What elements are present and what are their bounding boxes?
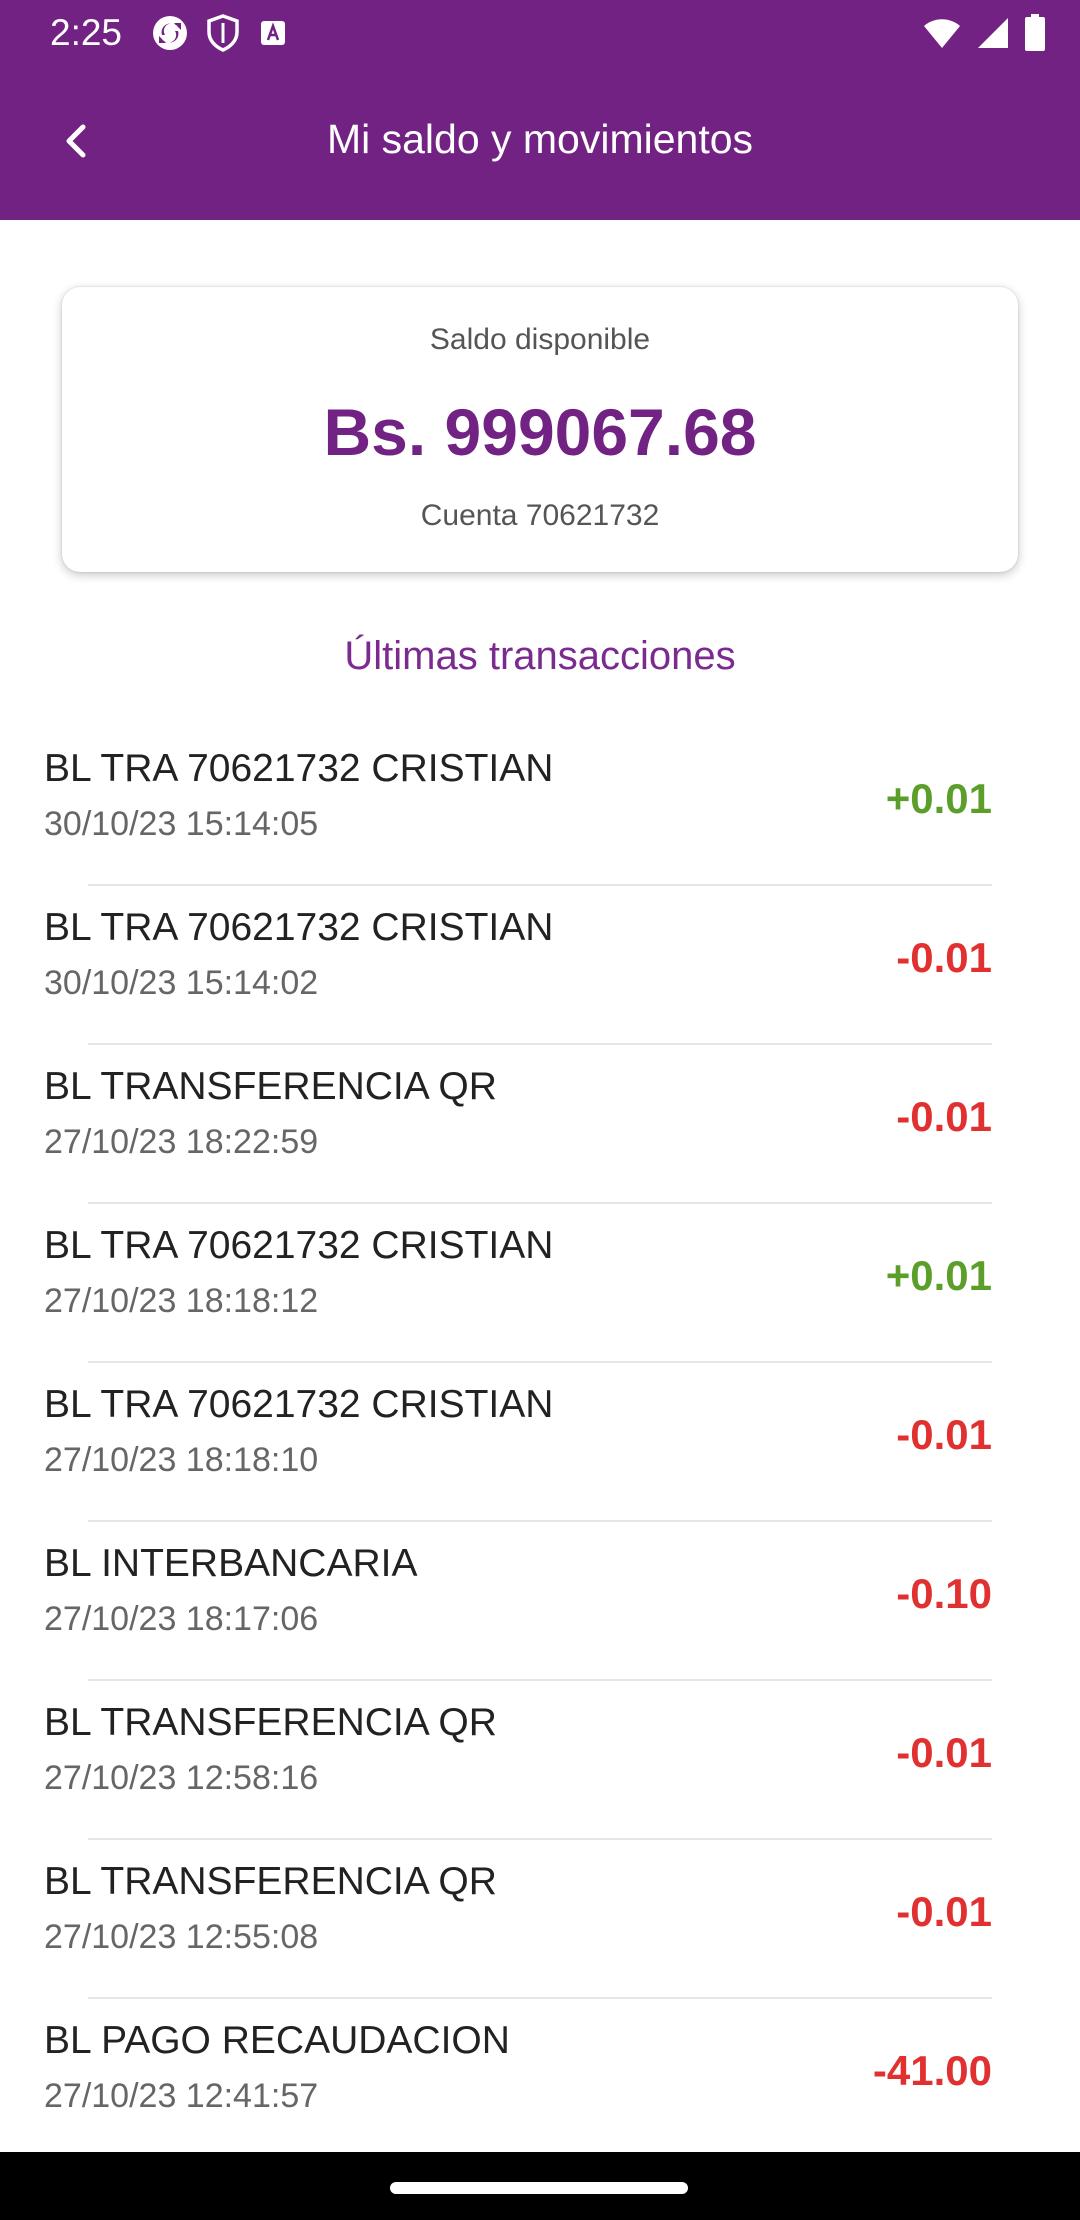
status-bar: 2:25 — [0, 0, 1080, 66]
balance-label: Saldo disponible — [429, 323, 651, 356]
transaction-amount: -0.10 — [896, 1570, 992, 1617]
transaction-row[interactable]: BL TRA 70621732 CRISTIAN 27/10/23 18:18:… — [0, 1363, 1080, 1522]
balance-amount: Bs. 999067.68 — [323, 395, 757, 469]
system-navigation-bar — [0, 2152, 1080, 2220]
transaction-row[interactable]: BL TRA 70621732 CRISTIAN 27/10/23 18:18:… — [0, 1204, 1080, 1363]
sync-app-icon — [150, 13, 190, 53]
transaction-amount: -0.01 — [896, 934, 992, 981]
status-left-icons — [150, 14, 290, 52]
transaction-amount: -0.01 — [896, 1093, 992, 1140]
page-title: Mi saldo y movimientos — [326, 116, 754, 162]
battery-icon — [1024, 14, 1046, 52]
transaction-row[interactable]: BL TRANSFERENCIA QR 27/10/23 18:22:59 -0… — [0, 1045, 1080, 1204]
balance-card: Saldo disponible Bs. 999067.68 Cuenta 70… — [62, 287, 1018, 572]
transaction-amount: +0.01 — [885, 1252, 992, 1299]
transaction-date: 27/10/23 18:18:12 — [44, 1282, 319, 1320]
font-a-icon — [256, 16, 290, 50]
transaction-amount: -41.00 — [872, 2047, 992, 2094]
transactions-list: BL TRA 70621732 CRISTIAN 30/10/23 15:14:… — [0, 727, 1080, 2158]
transaction-description: BL TRA 70621732 CRISTIAN — [44, 1224, 554, 1267]
signal-icon — [976, 16, 1010, 50]
transaction-amount: -0.01 — [896, 1411, 992, 1458]
transaction-description: BL TRANSFERENCIA QR — [44, 1860, 497, 1903]
transaction-row[interactable]: BL TRANSFERENCIA QR 27/10/23 12:55:08 -0… — [0, 1840, 1080, 1999]
transaction-date: 30/10/23 15:14:02 — [44, 964, 319, 1002]
transaction-description: BL TRA 70621732 CRISTIAN — [44, 747, 554, 790]
transaction-description: BL TRA 70621732 CRISTIAN — [44, 1383, 554, 1426]
screen: 2:25 Mi saldo y movimientos Saldo dispon… — [0, 0, 1080, 2220]
transaction-row[interactable]: BL INTERBANCARIA 27/10/23 18:17:06 -0.10 — [0, 1522, 1080, 1681]
transaction-date: 27/10/23 18:17:06 — [44, 1600, 319, 1638]
transaction-amount: -0.01 — [896, 1888, 992, 1935]
transaction-amount: -0.01 — [896, 1729, 992, 1776]
status-time: 2:25 — [50, 12, 123, 53]
transaction-date: 27/10/23 18:18:10 — [44, 1441, 319, 1479]
transaction-description: BL TRA 70621732 CRISTIAN — [44, 906, 554, 949]
transactions-section-title: Últimas transacciones — [344, 634, 736, 678]
transaction-amount: +0.01 — [885, 775, 992, 822]
transaction-date: 27/10/23 12:55:08 — [44, 1918, 319, 1956]
status-right-icons — [922, 14, 1046, 52]
wifi-icon — [922, 16, 962, 50]
transaction-row[interactable]: BL PAGO RECAUDACION 27/10/23 12:41:57 -4… — [0, 1999, 1080, 2158]
transaction-description: BL INTERBANCARIA — [44, 1542, 418, 1585]
account-number: Cuenta 70621732 — [420, 499, 660, 532]
transaction-row[interactable]: BL TRA 70621732 CRISTIAN 30/10/23 15:14:… — [0, 886, 1080, 1045]
shield-icon — [206, 14, 240, 52]
home-gesture-handle[interactable] — [390, 2182, 688, 2194]
transaction-description: BL PAGO RECAUDACION — [44, 2019, 510, 2062]
transaction-row[interactable]: BL TRANSFERENCIA QR 27/10/23 12:58:16 -0… — [0, 1681, 1080, 1840]
transaction-date: 27/10/23 18:22:59 — [44, 1123, 319, 1161]
transaction-date: 27/10/23 12:41:57 — [44, 2077, 319, 2115]
app-bar: Mi saldo y movimientos — [0, 66, 1080, 220]
transaction-date: 30/10/23 15:14:05 — [44, 805, 319, 843]
transaction-description: BL TRANSFERENCIA QR — [44, 1065, 497, 1108]
transaction-description: BL TRANSFERENCIA QR — [44, 1701, 497, 1744]
transaction-date: 27/10/23 12:58:16 — [44, 1759, 319, 1797]
transaction-row[interactable]: BL TRA 70621732 CRISTIAN 30/10/23 15:14:… — [0, 727, 1080, 886]
